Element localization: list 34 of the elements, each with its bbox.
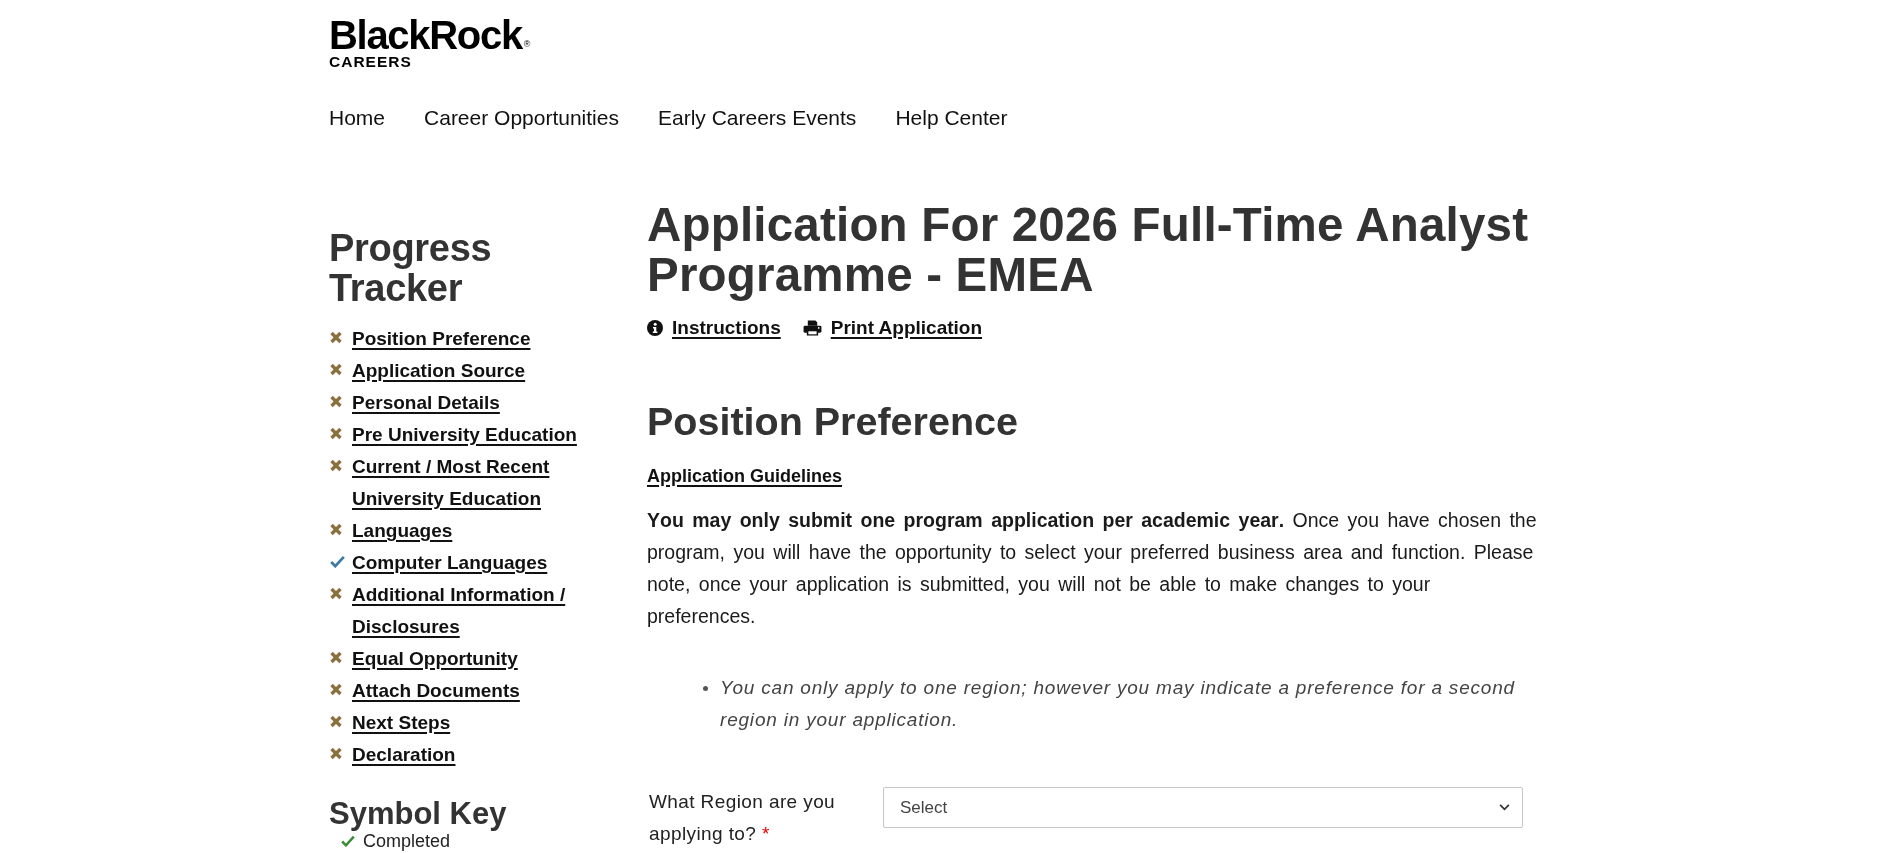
logo-tagline: CAREERS [329, 54, 412, 70]
section-heading: Position Preference [647, 400, 1019, 442]
tracker-link[interactable]: Application Source [352, 355, 526, 387]
tracker-link[interactable]: Personal Details [352, 387, 500, 419]
tracker-link[interactable]: Declaration [352, 739, 456, 771]
select-dropdown[interactable]: Select [883, 787, 1523, 828]
bullet-icon [703, 686, 708, 691]
tracker-link[interactable]: Computer Languages [352, 547, 548, 579]
tracker-link[interactable]: Attach Documents [352, 675, 520, 707]
tracker-link[interactable]: Pre University Education [352, 419, 577, 451]
guidelines-link[interactable]: Application Guidelines [647, 464, 843, 488]
printer-icon [802, 320, 822, 336]
symbol-key-heading: Symbol Key [329, 798, 508, 830]
nav-link[interactable]: Career Opportunities [424, 106, 619, 130]
check-icon [341, 835, 355, 847]
tracker-link[interactable]: Position Preference [352, 323, 531, 355]
nav-link[interactable]: Help Center [895, 106, 1008, 130]
tracker-link[interactable]: Additional Information / Disclosures [352, 579, 614, 643]
info-icon [647, 320, 663, 336]
nav-link[interactable]: Home [329, 106, 386, 130]
tracker-link[interactable]: Current / Most Recent University Education [352, 451, 614, 515]
sidebar-heading: Progress Tracker [329, 228, 493, 308]
tracker-link[interactable]: Equal Opportunity [352, 643, 518, 675]
nav-link[interactable]: Early Careers Events [657, 106, 857, 130]
bullet-text: You can only apply to one region; however you may indicate a preference for a second region in your application. [720, 676, 1516, 732]
field-label: What Region are you applying to? * [649, 790, 837, 846]
print-link[interactable]: Print Application [802, 316, 983, 340]
info-paragraph: You may only submit one program application per academic year. Once you have chosen the program, you will have the opportunity to select your preferred business area and function. Please note, once your application is submitted, you will not be able to make changes to your preferences. [647, 508, 1538, 629]
chevron-down-icon [1499, 804, 1510, 811]
page-title: Application For 2026 Full-Time Analyst Programme - EMEA [647, 200, 1530, 300]
tracker-link[interactable]: Languages [352, 515, 453, 547]
instructions-link[interactable]: Instructions [647, 316, 781, 340]
tracker-link[interactable]: Next Steps [352, 707, 451, 739]
legend-label: Completed [363, 831, 451, 852]
